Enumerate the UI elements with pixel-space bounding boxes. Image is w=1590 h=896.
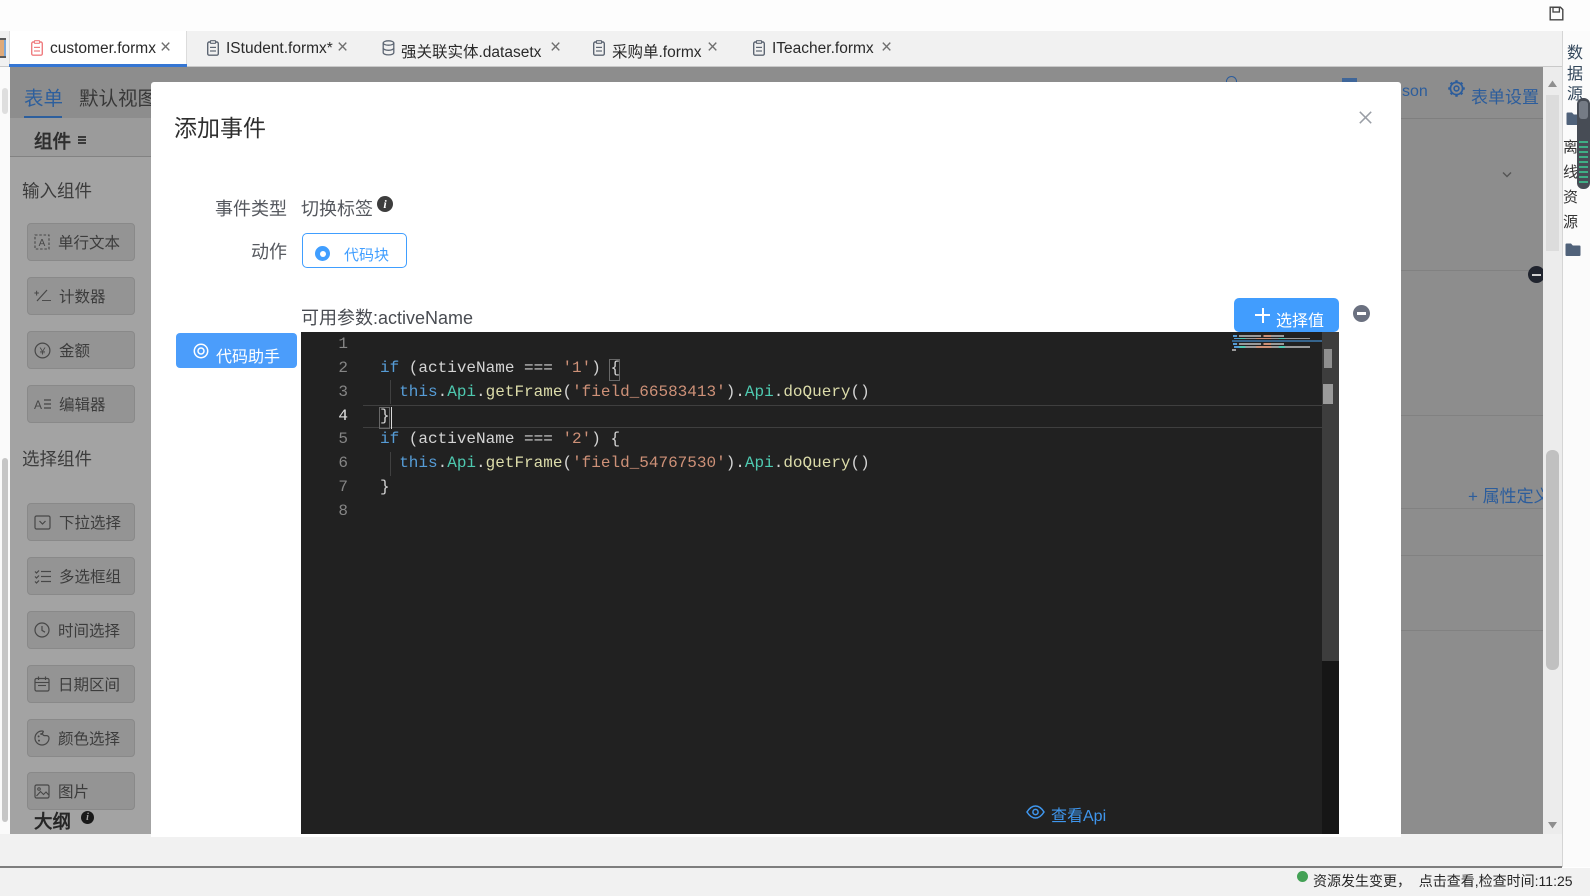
svg-text:A: A — [34, 398, 42, 412]
svg-text:¥: ¥ — [39, 345, 46, 357]
svg-text:+: + — [34, 288, 39, 298]
svg-text:A: A — [39, 238, 46, 249]
svg-text:—: — — [42, 295, 51, 304]
